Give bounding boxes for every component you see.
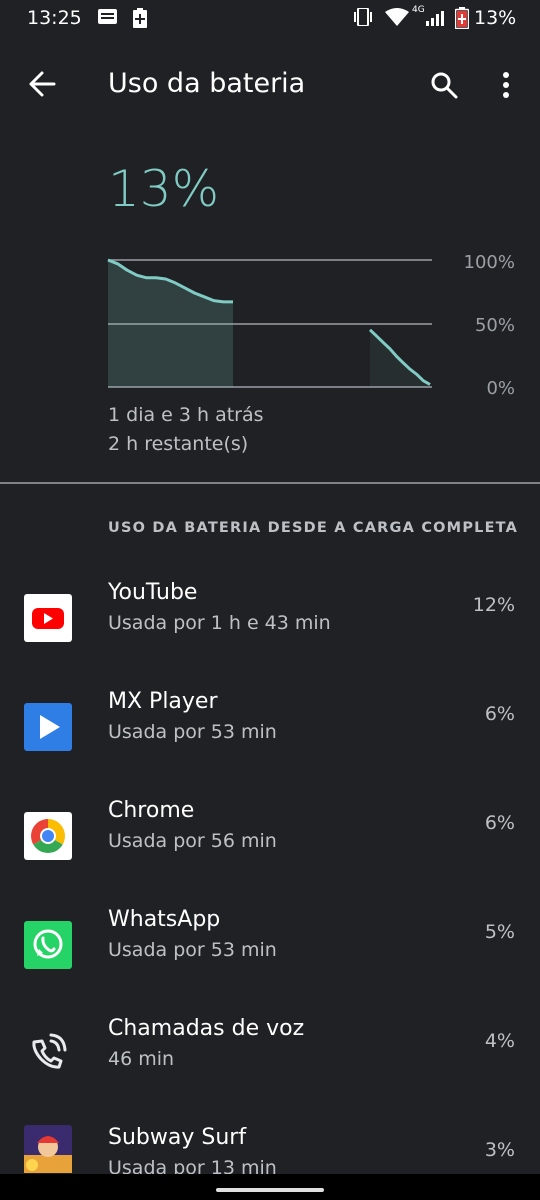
app-name: Chamadas de voz [108,1016,305,1041]
home-handle[interactable] [216,1188,324,1192]
vibrate-icon [352,7,374,31]
app-name: YouTube [108,580,198,605]
battery-chart-svg [107,258,432,388]
battery-level: 13% [108,160,220,218]
since-text: 1 dia e 3 h atrás [108,404,264,426]
app-usage: Usada por 53 min [108,939,277,961]
signal-icon [426,8,448,31]
network-type: 4G [412,5,425,15]
app-percent: 12% [472,594,515,616]
divider [0,482,540,484]
app-percent: 3% [484,1139,515,1161]
chrome-icon [24,812,72,860]
history-area [108,260,233,387]
app-percent: 6% [484,703,515,725]
app-name: MX Player [108,689,218,714]
more-vert-icon[interactable] [502,71,510,103]
app-usage: Usada por 1 h e 43 min [108,612,331,634]
back-arrow-icon[interactable] [28,71,56,101]
app-row-subway-surf[interactable]: Subway Surf Usada por 13 min 3% [0,1125,540,1174]
y-tick-label: 0% [486,378,515,399]
whatsapp-icon [24,921,72,969]
navigation-bar [0,1174,540,1200]
mx-player-icon [24,703,72,751]
subway-surf-icon [24,1125,72,1173]
page-title: Uso da bateria [108,68,306,99]
app-row-whatsapp[interactable]: WhatsApp Usada por 53 min 5% [0,907,540,1016]
remaining-text: 2 h restante(s) [108,433,249,455]
wifi-icon [385,8,409,31]
battery-saver-icon [133,8,147,33]
app-percent: 4% [484,1030,515,1052]
app-row-chrome[interactable]: Chrome Usada por 56 min 6% [0,798,540,907]
app-row-mx-player[interactable]: MX Player Usada por 53 min 6% [0,689,540,798]
y-tick-label: 100% [463,252,515,273]
app-percent: 5% [484,921,515,943]
app-row-youtube[interactable]: YouTube Usada por 1 h e 43 min 12% [0,580,540,689]
battery-chart: 100% 50% 0% [0,250,540,400]
status-battery-text: 13% [474,7,517,29]
status-time: 13:25 [27,7,82,29]
battery-icon [454,7,470,34]
app-row-voice-calls[interactable]: Chamadas de voz 46 min 4% [0,1016,540,1125]
app-usage: Usada por 56 min [108,830,277,852]
voice-call-icon [24,1030,72,1078]
search-icon[interactable] [430,71,458,103]
app-usage: 46 min [108,1048,175,1070]
app-usage: Usada por 13 min [108,1157,277,1174]
section-header: USO DA BATERIA DESDE A CARGA COMPLETA [108,520,519,536]
app-name: Subway Surf [108,1125,247,1150]
app-usage: Usada por 53 min [108,721,277,743]
app-bar: Uso da bateria [0,38,540,130]
app-name: WhatsApp [108,907,221,932]
status-bar: 13:25 4G 13% [0,0,540,38]
app-name: Chrome [108,798,195,823]
y-tick-label: 50% [474,315,515,336]
message-icon [98,8,118,31]
app-percent: 6% [484,812,515,834]
youtube-icon [24,594,72,642]
